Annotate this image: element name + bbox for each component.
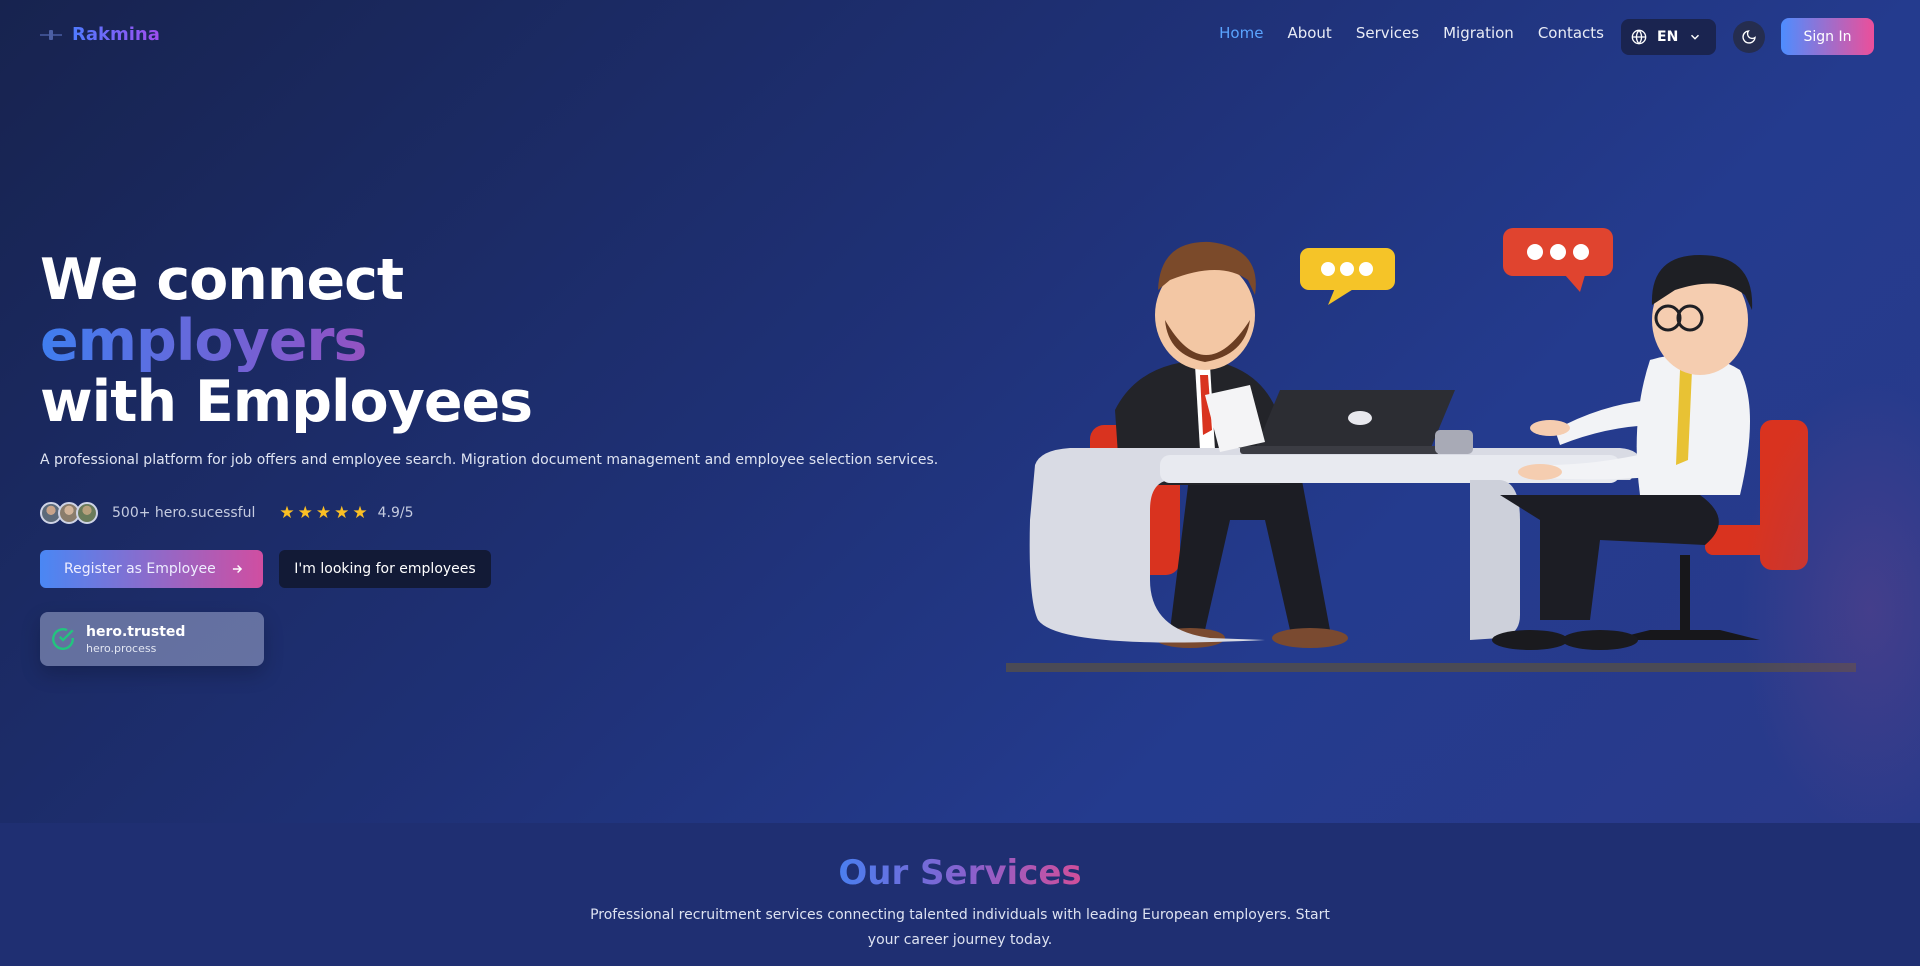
star-icon: ★ <box>297 503 313 523</box>
register-employee-label: Register as Employee <box>64 561 216 577</box>
language-selector[interactable]: EN <box>1621 19 1716 55</box>
trusted-title: hero.trusted <box>86 623 186 640</box>
sign-in-button[interactable]: Sign In <box>1781 18 1874 55</box>
social-proof: 500+ hero.sucessful ★ ★ ★ ★ ★ 4.9/5 <box>40 502 414 524</box>
rating-value: 4.9/5 <box>377 505 414 521</box>
top-nav: Rakmina Home About Services Migration Co… <box>0 0 1920 74</box>
logo-text: Rakmina <box>72 24 160 45</box>
services-section: Our Services Professional recruitment se… <box>0 823 1920 966</box>
find-employees-button[interactable]: I'm looking for employees <box>279 550 491 588</box>
trusted-subtitle: hero.process <box>86 641 157 655</box>
services-title: Our Services <box>838 853 1082 893</box>
hero-subtitle: A professional platform for job offers a… <box>40 452 939 468</box>
nav-contacts[interactable]: Contacts <box>1538 24 1604 42</box>
globe-icon <box>1631 29 1647 45</box>
nav-services[interactable]: Services <box>1356 24 1419 42</box>
logo-icon <box>40 28 62 42</box>
arrow-right-icon <box>232 564 242 574</box>
nav-migration[interactable]: Migration <box>1443 24 1514 42</box>
rating-stars: ★ ★ ★ ★ ★ <box>279 503 367 523</box>
hero-section: Rakmina Home About Services Migration Co… <box>0 0 1920 823</box>
register-employee-button[interactable]: Register as Employee <box>40 550 263 588</box>
hero-heading-line1: We connect <box>40 247 404 313</box>
language-code: EN <box>1657 29 1679 45</box>
hero-heading: We connect employers with Employees <box>40 247 533 435</box>
success-count: 500+ hero.sucessful <box>112 505 256 521</box>
hero-heading-line3: with Employees <box>40 369 533 435</box>
avatar <box>76 502 98 524</box>
avatar-group <box>40 502 98 524</box>
logo[interactable]: Rakmina <box>40 24 160 45</box>
check-circle-icon <box>52 628 74 650</box>
star-icon: ★ <box>352 503 368 523</box>
nav-about[interactable]: About <box>1287 24 1331 42</box>
main-menu: Home About Services Migration Contacts <box>1219 24 1604 42</box>
services-description: Professional recruitment services connec… <box>590 907 1330 948</box>
hero-heading-line2: employers <box>40 311 532 372</box>
star-icon: ★ <box>315 503 332 523</box>
star-icon: ★ <box>334 503 350 523</box>
moon-icon <box>1742 30 1756 44</box>
chevron-down-icon <box>1691 34 1700 40</box>
nav-home[interactable]: Home <box>1219 24 1263 42</box>
trusted-card: hero.trusted hero.process <box>40 612 264 666</box>
star-icon: ★ <box>279 503 295 523</box>
theme-toggle-button[interactable] <box>1733 21 1765 53</box>
hero-illustration <box>1006 228 1856 672</box>
